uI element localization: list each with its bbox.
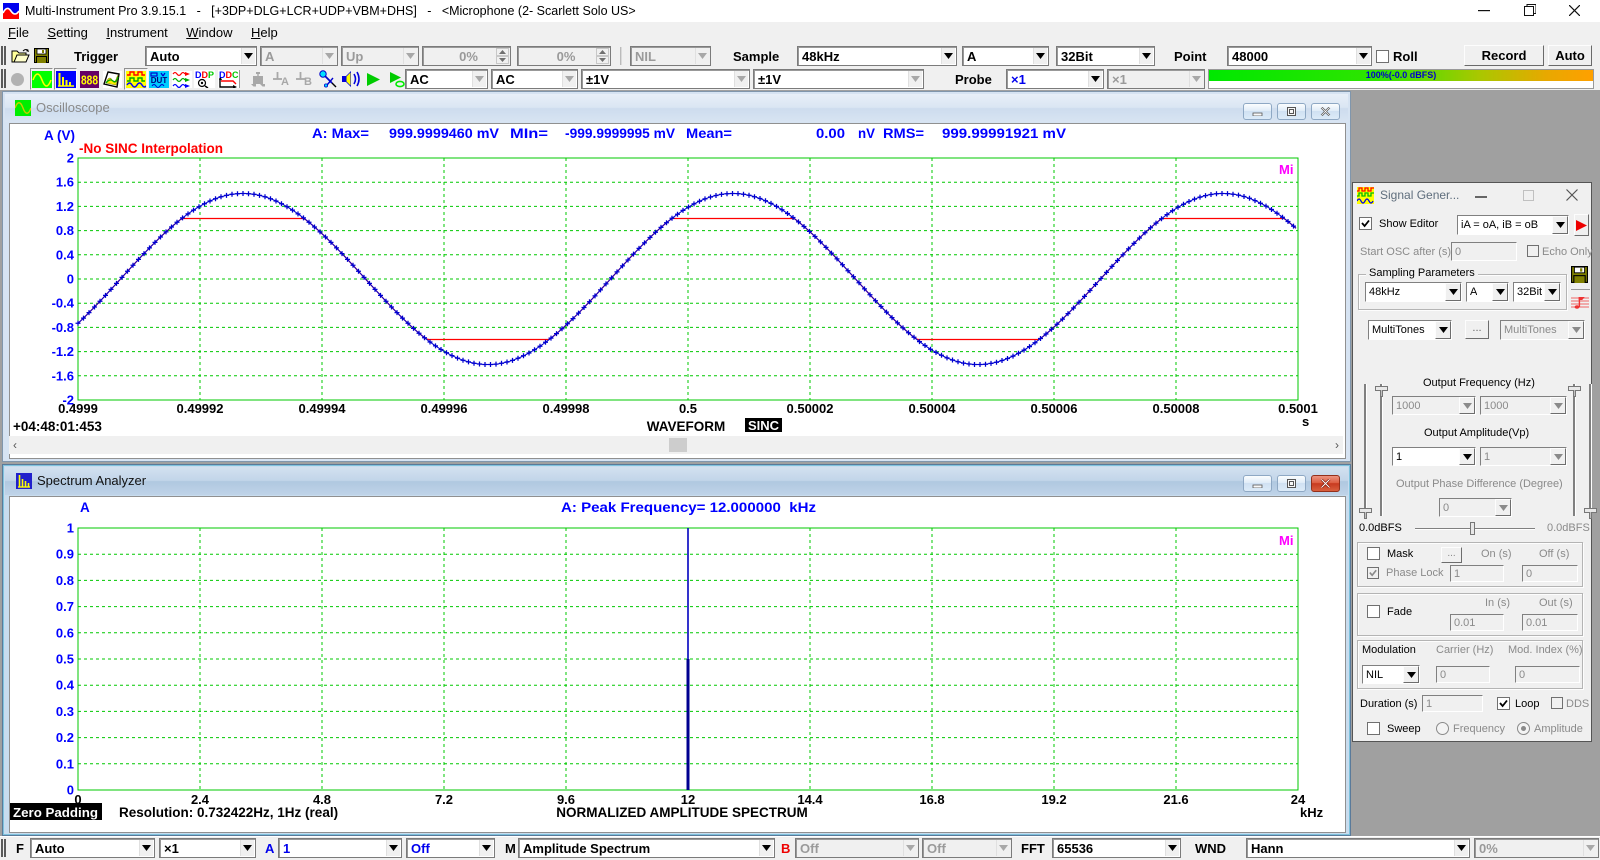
svg-text:s: s: [1302, 414, 1309, 429]
svg-text:DUT: DUT: [151, 76, 168, 85]
svg-text:1.2: 1.2: [56, 199, 74, 214]
svg-text:-999.9999995 mV: -999.9999995 mV: [565, 126, 675, 141]
svg-text:0.49992: 0.49992: [177, 401, 224, 416]
svg-text:2: 2: [67, 151, 74, 166]
svg-text:888: 888: [81, 73, 98, 87]
svg-text:0.5001: 0.5001: [1278, 401, 1318, 416]
svg-text:0.4999: 0.4999: [58, 401, 98, 416]
svg-text:0.8: 0.8: [56, 223, 74, 238]
svg-text:DDC: DDC: [219, 70, 239, 80]
svg-text:0.7: 0.7: [56, 599, 74, 614]
svg-text:0.00: 0.00: [816, 126, 845, 141]
svg-text:Mean=: Mean=: [686, 126, 732, 141]
svg-text:B: B: [304, 76, 312, 87]
svg-text:NORMALIZED AMPLITUDE SPECTRUM: NORMALIZED AMPLITUDE SPECTRUM: [556, 805, 808, 820]
svg-text:0: 0: [67, 272, 74, 287]
svg-text:1: 1: [67, 521, 74, 536]
svg-text:0.5: 0.5: [679, 401, 697, 416]
svg-text:0: 0: [67, 783, 74, 798]
svg-text:DDP: DDP: [195, 70, 214, 80]
svg-text:A: Max=: A: Max=: [312, 126, 369, 141]
svg-text:7.2: 7.2: [435, 792, 453, 807]
svg-text:A: A: [281, 76, 289, 87]
svg-text:-0.4: -0.4: [52, 296, 75, 311]
svg-text:A: A: [80, 500, 90, 515]
svg-text:RMS=: RMS=: [883, 126, 924, 141]
svg-text:0.49994: 0.49994: [299, 401, 347, 416]
svg-text:A: Peak Frequency= 12.000000: A: Peak Frequency= 12.000000 kHz: [561, 500, 816, 515]
svg-text:0.4: 0.4: [56, 678, 75, 693]
svg-text:999.9999460 mV: 999.9999460 mV: [389, 126, 499, 141]
svg-text:0.4: 0.4: [56, 247, 75, 262]
svg-text:kHz: kHz: [1300, 805, 1324, 820]
svg-text:0.9: 0.9: [56, 547, 74, 562]
svg-text:Zero Padding: Zero Padding: [13, 805, 98, 820]
svg-text:0.49998: 0.49998: [543, 401, 590, 416]
svg-text:0.50002: 0.50002: [787, 401, 834, 416]
svg-text:999.99991921 mV: 999.99991921 mV: [942, 126, 1066, 141]
svg-text:0.50008: 0.50008: [1153, 401, 1200, 416]
svg-text:0.3: 0.3: [56, 704, 74, 719]
svg-text:0.5: 0.5: [56, 652, 74, 667]
svg-text:0.1: 0.1: [56, 756, 74, 771]
svg-text:nV: nV: [858, 126, 875, 141]
svg-text:SINC: SINC: [748, 418, 780, 433]
svg-text:Mi: Mi: [1279, 533, 1293, 548]
svg-text:-No SINC Interpolation: -No SINC Interpolation: [79, 141, 223, 156]
svg-text:+04:48:01:453: +04:48:01:453: [13, 419, 102, 434]
svg-text:21.6: 21.6: [1163, 792, 1188, 807]
svg-text:WAVEFORM: WAVEFORM: [647, 419, 726, 434]
svg-text:0.8: 0.8: [56, 573, 74, 588]
svg-text:-1.2: -1.2: [52, 344, 74, 359]
svg-text:0.49996: 0.49996: [421, 401, 468, 416]
svg-text:Resolution: 0.732422Hz, 1Hz (r: Resolution: 0.732422Hz, 1Hz (real): [119, 805, 338, 820]
svg-text:0.50004: 0.50004: [909, 401, 957, 416]
svg-text:19.2: 19.2: [1041, 792, 1066, 807]
svg-text:A (V): A (V): [44, 128, 75, 143]
svg-text:Mi: Mi: [1279, 162, 1293, 177]
svg-text:-1.6: -1.6: [52, 368, 74, 383]
svg-text:-0.8: -0.8: [52, 320, 74, 335]
svg-text:0.2: 0.2: [56, 730, 74, 745]
svg-text:0.50006: 0.50006: [1031, 401, 1078, 416]
svg-text:MIn=: MIn=: [510, 126, 548, 141]
svg-text:1.6: 1.6: [56, 175, 74, 190]
svg-text:16.8: 16.8: [919, 792, 944, 807]
svg-text:0.6: 0.6: [56, 625, 74, 640]
